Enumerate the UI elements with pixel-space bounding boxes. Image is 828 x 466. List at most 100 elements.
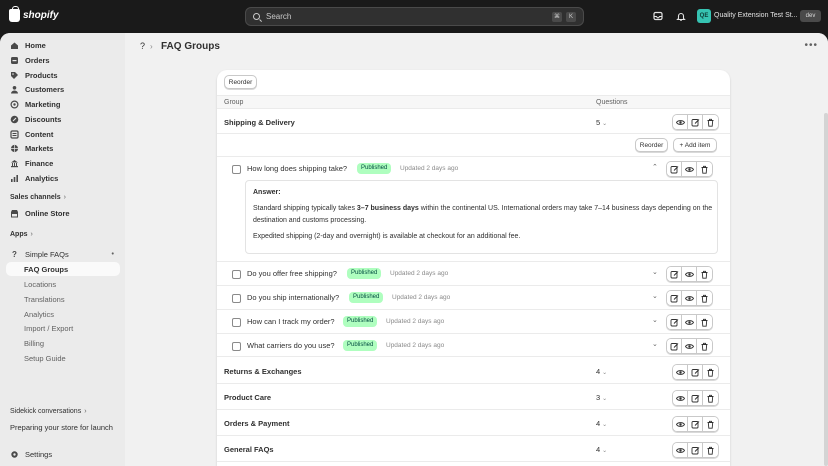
bell-icon[interactable] (676, 11, 686, 21)
delete-button[interactable] (703, 443, 718, 457)
group-questions-panel: Reorder + Add item How long does shippin… (217, 134, 730, 357)
main-scrollbar[interactable] (824, 113, 828, 466)
sidebar-item-label: Discounts (25, 114, 62, 124)
chevron-down-icon[interactable]: ⌄ (652, 316, 658, 324)
delete-button[interactable] (697, 267, 712, 281)
target-icon (10, 99, 19, 109)
faq-groups-card: Reorder Group Questions Shipping & Deliv… (217, 70, 730, 466)
delete-button[interactable] (703, 391, 718, 405)
group-row-product-care[interactable]: Product Care 3 ⌄ (217, 384, 730, 410)
chevron-down-icon[interactable]: ⌄ (652, 340, 658, 348)
view-button[interactable] (673, 417, 688, 431)
question-checkbox[interactable] (232, 270, 241, 279)
delete-button[interactable] (703, 115, 718, 129)
sidebar-sub-translations[interactable]: Translations (6, 292, 120, 306)
question-row[interactable]: How can I track my order? Published Upda… (217, 309, 730, 333)
delete-button[interactable] (703, 417, 718, 431)
sidebar-item-online-store[interactable]: Online Store (6, 206, 120, 220)
edit-button[interactable] (667, 339, 682, 353)
edit-button[interactable] (688, 443, 703, 457)
sidebar-item-marketing[interactable]: Marketing (6, 97, 120, 111)
sidebar-item-home[interactable]: Home (6, 38, 120, 52)
question-checkbox[interactable] (232, 318, 241, 327)
sidebar-item-markets[interactable]: Markets (6, 141, 120, 155)
edit-button[interactable] (667, 315, 682, 329)
reorder-questions-button[interactable]: Reorder (635, 138, 668, 152)
chevron-up-icon[interactable]: ⌃ (652, 163, 658, 171)
person-icon (11, 85, 18, 93)
reorder-groups-button[interactable]: Reorder (224, 75, 257, 89)
view-button[interactable] (673, 365, 688, 379)
edit-button[interactable] (667, 162, 682, 176)
group-row-returns[interactable]: Returns & Exchanges 4 ⌄ (217, 358, 730, 384)
add-item-button[interactable]: + Add item (673, 138, 717, 152)
view-button[interactable] (673, 391, 688, 405)
home-icon (11, 42, 18, 49)
sidebar-sub-billing[interactable]: Billing (6, 336, 120, 350)
delete-button[interactable] (703, 365, 718, 379)
delete-button[interactable] (697, 339, 712, 353)
col-questions-header: Questions (596, 99, 628, 106)
sidekick-heading[interactable]: Sidekick conversations › (10, 408, 87, 415)
view-button[interactable] (682, 339, 697, 353)
group-row-general[interactable]: General FAQs 4 ⌄ (217, 436, 730, 462)
edit-button[interactable] (667, 267, 682, 281)
eye-icon (675, 395, 685, 401)
shopify-logo[interactable]: shopify (9, 6, 59, 22)
edit-button[interactable] (688, 417, 703, 431)
sidebar-item-orders[interactable]: Orders (6, 53, 120, 67)
sidebar-sub-import-export[interactable]: Import / Export (6, 321, 120, 335)
store-name[interactable]: Quality Extension Test St... (714, 12, 798, 19)
question-checkbox[interactable] (232, 165, 241, 174)
view-button[interactable] (682, 291, 697, 305)
view-button[interactable] (682, 315, 697, 329)
delete-button[interactable] (697, 291, 712, 305)
search-input[interactable]: Search ⌘ K (245, 7, 584, 26)
eye-icon (684, 166, 694, 172)
question-checkbox[interactable] (232, 342, 241, 351)
view-button[interactable] (673, 443, 688, 457)
edit-button[interactable] (688, 115, 703, 129)
delete-button[interactable] (697, 162, 712, 176)
sidebar-item-settings[interactable]: Settings (6, 447, 120, 461)
group-row-orders-payment[interactable]: Orders & Payment 4 ⌄ (217, 410, 730, 436)
count-value: 4 (596, 445, 601, 454)
question-row[interactable]: Do you offer free shipping? Published Up… (217, 261, 730, 285)
question-row[interactable]: How long does shipping take? Published U… (217, 156, 730, 180)
sidebar-item-customers[interactable]: Customers (6, 82, 120, 96)
chevron-right-icon: › (150, 42, 153, 51)
sidebar-item-finance[interactable]: Finance (6, 156, 120, 170)
pin-icon[interactable]: • (112, 251, 114, 258)
inbox-icon[interactable] (653, 11, 663, 21)
eye-icon (684, 343, 694, 349)
sidebar-sub-setup-guide[interactable]: Setup Guide (6, 351, 120, 365)
group-row-shipping[interactable]: Shipping & Delivery 5 ⌄ (217, 110, 730, 134)
store-avatar[interactable]: QE (697, 9, 711, 23)
sidebar-item-analytics[interactable]: Analytics (6, 171, 120, 185)
view-button[interactable] (682, 162, 697, 176)
sidekick-conversation-item[interactable]: Preparing your store for launch (10, 423, 113, 432)
sidebar-item-simple-faqs[interactable]: ? Simple FAQs • (6, 247, 120, 261)
apps-heading[interactable]: Apps › (10, 231, 33, 238)
edit-button[interactable] (667, 291, 682, 305)
sidebar-sub-faq-groups[interactable]: FAQ Groups (6, 262, 120, 276)
chevron-down-icon[interactable]: ⌄ (652, 292, 658, 300)
sidebar-item-content[interactable]: Content (6, 127, 120, 141)
sidebar-item-products[interactable]: Products (6, 68, 120, 82)
question-row[interactable]: Do you ship internationally? Published U… (217, 285, 730, 309)
trash-icon (707, 394, 714, 403)
chevron-down-icon[interactable]: ⌄ (652, 268, 658, 276)
sales-channels-heading[interactable]: Sales channels › (10, 194, 66, 201)
view-button[interactable] (682, 267, 697, 281)
view-button[interactable] (673, 115, 688, 129)
sidebar-sub-analytics[interactable]: Analytics (6, 307, 120, 321)
delete-button[interactable] (697, 315, 712, 329)
edit-button[interactable] (688, 365, 703, 379)
answer-panel: Answer: Standard shipping typically take… (245, 180, 718, 254)
edit-button[interactable] (688, 391, 703, 405)
sidebar-sub-locations[interactable]: Locations (6, 277, 120, 291)
sidebar-item-discounts[interactable]: Discounts (6, 112, 120, 126)
question-checkbox[interactable] (232, 294, 241, 303)
more-actions-icon[interactable]: ••• (804, 40, 818, 51)
question-row[interactable]: What carriers do you use? Published Upda… (217, 333, 730, 357)
